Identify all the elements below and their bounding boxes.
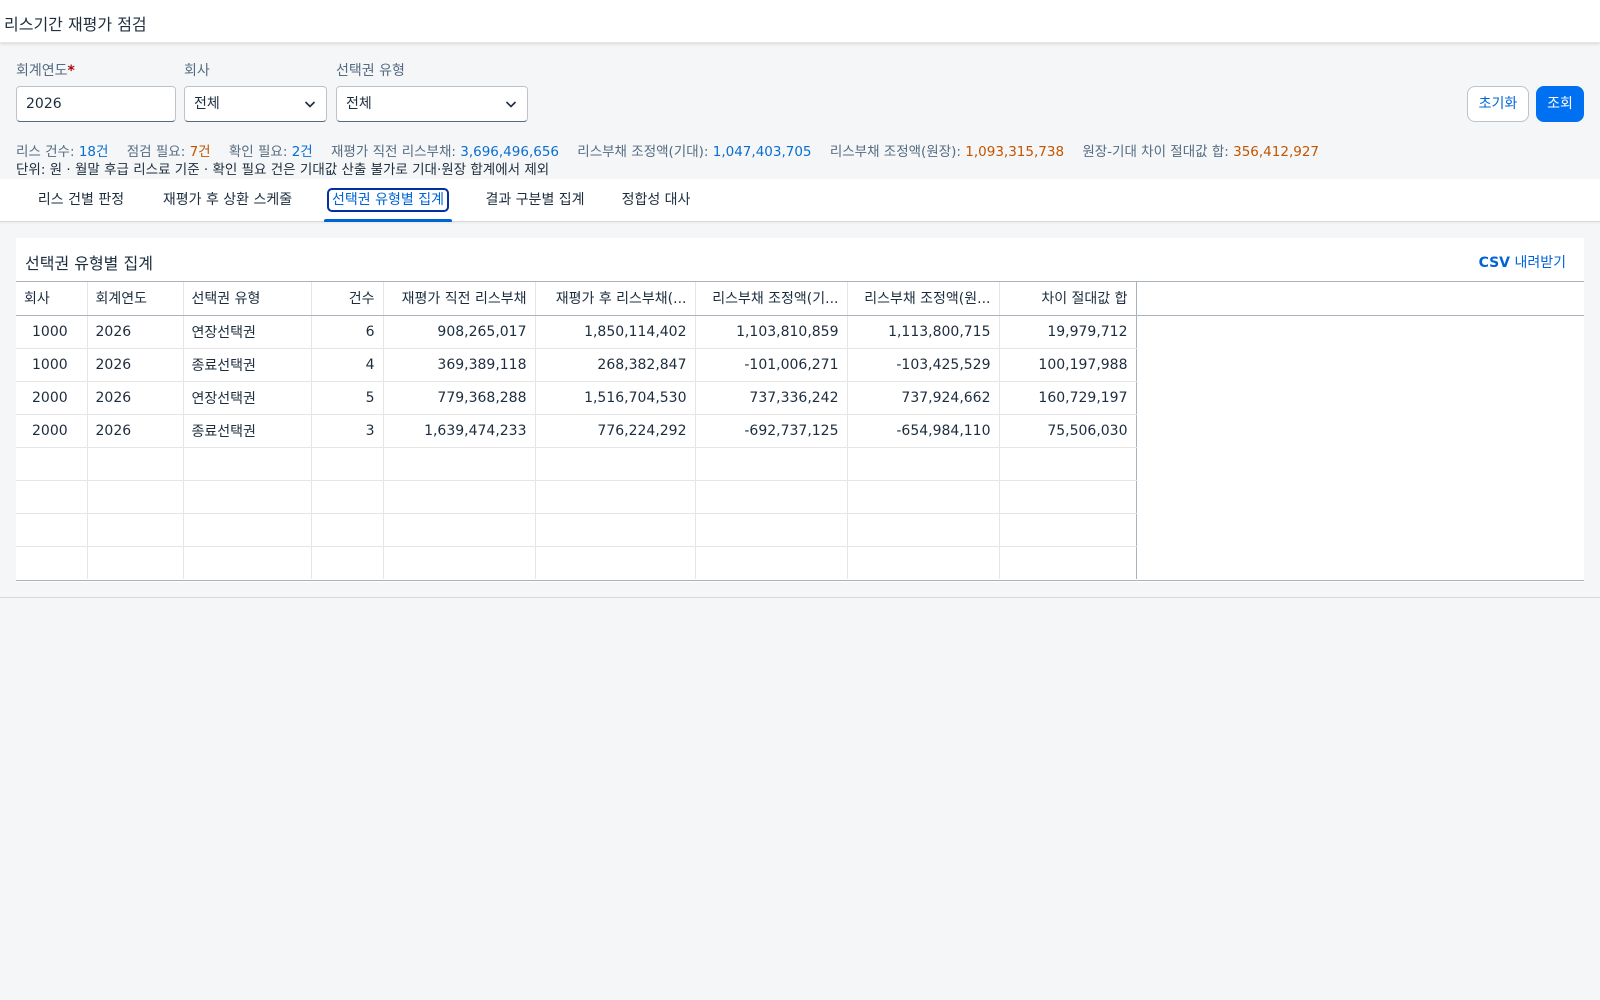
cell-company: 1000	[16, 348, 88, 382]
cell-diff-abs: 19,979,712	[999, 315, 1137, 349]
cell-company: 2000	[16, 381, 88, 415]
company-select-value: 전체	[194, 96, 220, 112]
cell-option-type: 종료선택권	[183, 348, 312, 382]
cell-diff-abs: 75,506,030	[999, 414, 1137, 448]
unit-note: 단위: 원 · 월말 후급 리스료 기준 · 확인 필요 건은 기대값 산출 불…	[16, 162, 550, 178]
tab-lease-judgement[interactable]: 리스 건별 판정	[24, 179, 138, 222]
cell-post-liability: 1,850,114,402	[535, 315, 696, 349]
option-type-select-value: 전체	[346, 96, 372, 112]
summary-table: 회사 회계연도 선택권 유형 건수 재평가 직전 리스부채 재평가 후 리스부채…	[16, 282, 1137, 579]
grid-header-filler	[1136, 282, 1584, 316]
empty-row	[16, 513, 1137, 547]
chevron-down-icon	[505, 101, 517, 108]
cell-post-liability: 776,224,292	[535, 414, 696, 448]
chevron-down-icon	[304, 101, 316, 108]
year-input[interactable]	[16, 86, 176, 122]
cell-count: 5	[311, 381, 384, 415]
cell-count: 3	[311, 414, 384, 448]
app-title: 리스기간 재평가 점검	[4, 15, 147, 34]
column-header-adj-expected[interactable]: 리스부채 조정액(기...	[695, 282, 848, 316]
tab-bar: 리스 건별 판정 재평가 후 상환 스케줄 선택권 유형별 집계 결과 구분별 …	[0, 179, 1600, 222]
empty-row	[16, 447, 1137, 481]
cell-count: 6	[311, 315, 384, 349]
cell-adj-ledger: 1,113,800,715	[847, 315, 1000, 349]
cell-pre-liability: 908,265,017	[383, 315, 536, 349]
cell-post-liability: 268,382,847	[535, 348, 696, 382]
column-header-pre-liability[interactable]: 재평가 직전 리스부채	[383, 282, 536, 316]
shell-bar: 리스기간 재평가 점검	[0, 0, 1600, 43]
tab-result-summary[interactable]: 결과 구분별 집계	[474, 179, 596, 222]
cell-adj-ledger: -103,425,529	[847, 348, 1000, 382]
tab-repayment-schedule[interactable]: 재평가 후 상환 스케줄	[154, 179, 301, 222]
column-header-option-type[interactable]: 선택권 유형	[183, 282, 312, 316]
cell-diff-abs: 160,729,197	[999, 381, 1137, 415]
cell-year: 2026	[87, 315, 184, 349]
table-row[interactable]: 2000 2026 종료선택권 3 1,639,474,233 776,224,…	[16, 414, 1137, 448]
cell-adj-expected: -101,006,271	[695, 348, 848, 382]
tab-reconciliation[interactable]: 정합성 대사	[612, 179, 700, 222]
tab-option-type-summary[interactable]: 선택권 유형별 집계	[324, 179, 452, 222]
csv-download-link[interactable]: CSV 내려받기	[1479, 252, 1566, 272]
cell-adj-ledger: -654,984,110	[847, 414, 1000, 448]
stat-diff: 원장-기대 차이 절대값 합: 356,412,927	[1082, 144, 1320, 160]
summary-stats: 리스 건수: 18건 점검 필요: 7건 확인 필요: 2건 재평가 직전 리스…	[16, 140, 1333, 160]
cell-adj-expected: -692,737,125	[695, 414, 848, 448]
empty-row	[16, 546, 1137, 579]
table-row[interactable]: 2000 2026 연장선택권 5 779,368,288 1,516,704,…	[16, 381, 1137, 415]
cell-company: 2000	[16, 414, 88, 448]
cell-adj-ledger: 737,924,662	[847, 381, 1000, 415]
table-header-row: 회사 회계연도 선택권 유형 건수 재평가 직전 리스부채 재평가 후 리스부채…	[16, 282, 1137, 316]
empty-row	[16, 480, 1137, 514]
cell-pre-liability: 1,639,474,233	[383, 414, 536, 448]
cell-pre-liability: 779,368,288	[383, 381, 536, 415]
option-type-label: 선택권 유형	[336, 63, 405, 79]
cell-year: 2026	[87, 414, 184, 448]
table-row[interactable]: 1000 2026 종료선택권 4 369,389,118 268,382,84…	[16, 348, 1137, 382]
column-header-company[interactable]: 회사	[16, 282, 88, 316]
cell-adj-expected: 1,103,810,859	[695, 315, 848, 349]
reset-button[interactable]: 초기화	[1467, 86, 1529, 122]
table-row[interactable]: 1000 2026 연장선택권 6 908,265,017 1,850,114,…	[16, 315, 1137, 349]
cell-option-type: 종료선택권	[183, 414, 312, 448]
cell-option-type: 연장선택권	[183, 381, 312, 415]
company-label: 회사	[184, 63, 210, 79]
cell-year: 2026	[87, 348, 184, 382]
cell-diff-abs: 100,197,988	[999, 348, 1137, 382]
cell-year: 2026	[87, 381, 184, 415]
filter-bar: 회계연도* 회사 전체 선택권 유형 전체 초기화 조회 리스 건수: 18건 …	[0, 43, 1600, 179]
cell-option-type: 연장선택권	[183, 315, 312, 349]
column-header-adj-ledger[interactable]: 리스부채 조정액(원...	[847, 282, 1000, 316]
required-mark: *	[67, 63, 75, 79]
column-header-diff-abs[interactable]: 차이 절대값 합	[999, 282, 1137, 316]
panel-title: 선택권 유형별 집계	[25, 254, 153, 273]
column-header-count[interactable]: 건수	[311, 282, 384, 316]
cell-count: 4	[311, 348, 384, 382]
stat-adj-expected: 리스부채 조정액(기대): 1,047,403,705	[577, 144, 812, 160]
cell-post-liability: 1,516,704,530	[535, 381, 696, 415]
company-select[interactable]: 전체	[184, 86, 327, 122]
year-label: 회계연도*	[16, 63, 75, 79]
data-grid: 회사 회계연도 선택권 유형 건수 재평가 직전 리스부채 재평가 후 리스부채…	[16, 281, 1584, 581]
summary-panel: 선택권 유형별 집계 CSV 내려받기 회사 회계연도 선택권 유형 건수 재평…	[16, 238, 1584, 582]
cell-company: 1000	[16, 315, 88, 349]
search-button[interactable]: 조회	[1536, 86, 1584, 122]
column-header-year[interactable]: 회계연도	[87, 282, 184, 316]
cell-pre-liability: 369,389,118	[383, 348, 536, 382]
cell-adj-expected: 737,336,242	[695, 381, 848, 415]
stat-adj-ledger: 리스부채 조정액(원장): 1,093,315,738	[829, 144, 1065, 160]
column-header-post-liability[interactable]: 재평가 후 리스부채(...	[535, 282, 696, 316]
option-type-select[interactable]: 전체	[336, 86, 528, 122]
footer-divider	[0, 597, 1600, 598]
